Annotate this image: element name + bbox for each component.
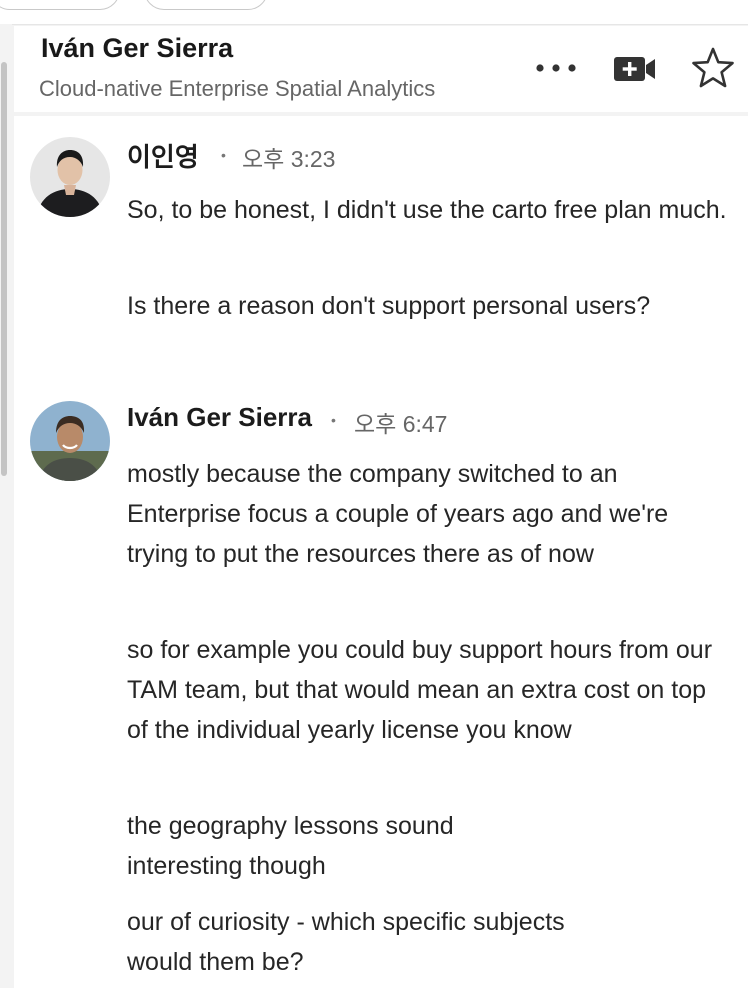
message-text: the geography lessons sound interesting … [127, 812, 454, 880]
star-icon [692, 47, 734, 88]
message-sender[interactable]: Iván Ger Sierra [127, 402, 312, 433]
star-conversation-button[interactable] [690, 46, 736, 90]
message-thread: 이인영 • 오후 3:23 So, to be honest, I didn't… [14, 116, 748, 988]
avatar[interactable] [30, 137, 110, 217]
toolbar-pill-button[interactable] [144, 0, 268, 10]
video-call-button[interactable] [612, 52, 658, 86]
message-text: So, to be honest, I didn't use the carto… [127, 196, 727, 224]
separator-dot: • [331, 412, 336, 428]
message-text: so for example you could buy support hou… [127, 636, 713, 744]
messaging-window: Iván Ger Sierra Cloud-native Enterprise … [0, 0, 748, 988]
message-timestamp: 오후 6:47 [354, 411, 448, 437]
more-horizontal-icon [536, 64, 576, 72]
more-options-button[interactable] [530, 54, 582, 82]
avatar-photo-icon [30, 137, 110, 217]
avatar-photo-icon [30, 401, 110, 481]
conversation-title[interactable]: Iván Ger Sierra [41, 33, 233, 64]
conversation-subtitle: Cloud-native Enterprise Spatial Analytic… [39, 76, 436, 101]
toolbar-pill-button[interactable] [0, 0, 120, 10]
scrollbar-thumb[interactable] [1, 62, 7, 476]
message-group: Iván Ger Sierra • 오후 6:47 mostly because… [14, 381, 748, 988]
message-text: mostly because the company switched to a… [127, 460, 669, 568]
message-text: our of curiosity - which specific subjec… [127, 908, 565, 976]
message-text: Is there a reason don't support personal… [127, 292, 651, 320]
message-group: 이인영 • 오후 3:23 So, to be honest, I didn't… [14, 116, 748, 386]
message-sender[interactable]: 이인영 [127, 137, 199, 174]
avatar[interactable] [30, 401, 110, 481]
video-call-icon [614, 57, 655, 81]
conversation-header: Iván Ger Sierra Cloud-native Enterprise … [14, 26, 748, 113]
message-timestamp: 오후 3:23 [242, 146, 336, 172]
separator-dot: • [221, 147, 226, 163]
conversation-list-edge [0, 24, 12, 988]
top-toolbar [0, 0, 748, 25]
